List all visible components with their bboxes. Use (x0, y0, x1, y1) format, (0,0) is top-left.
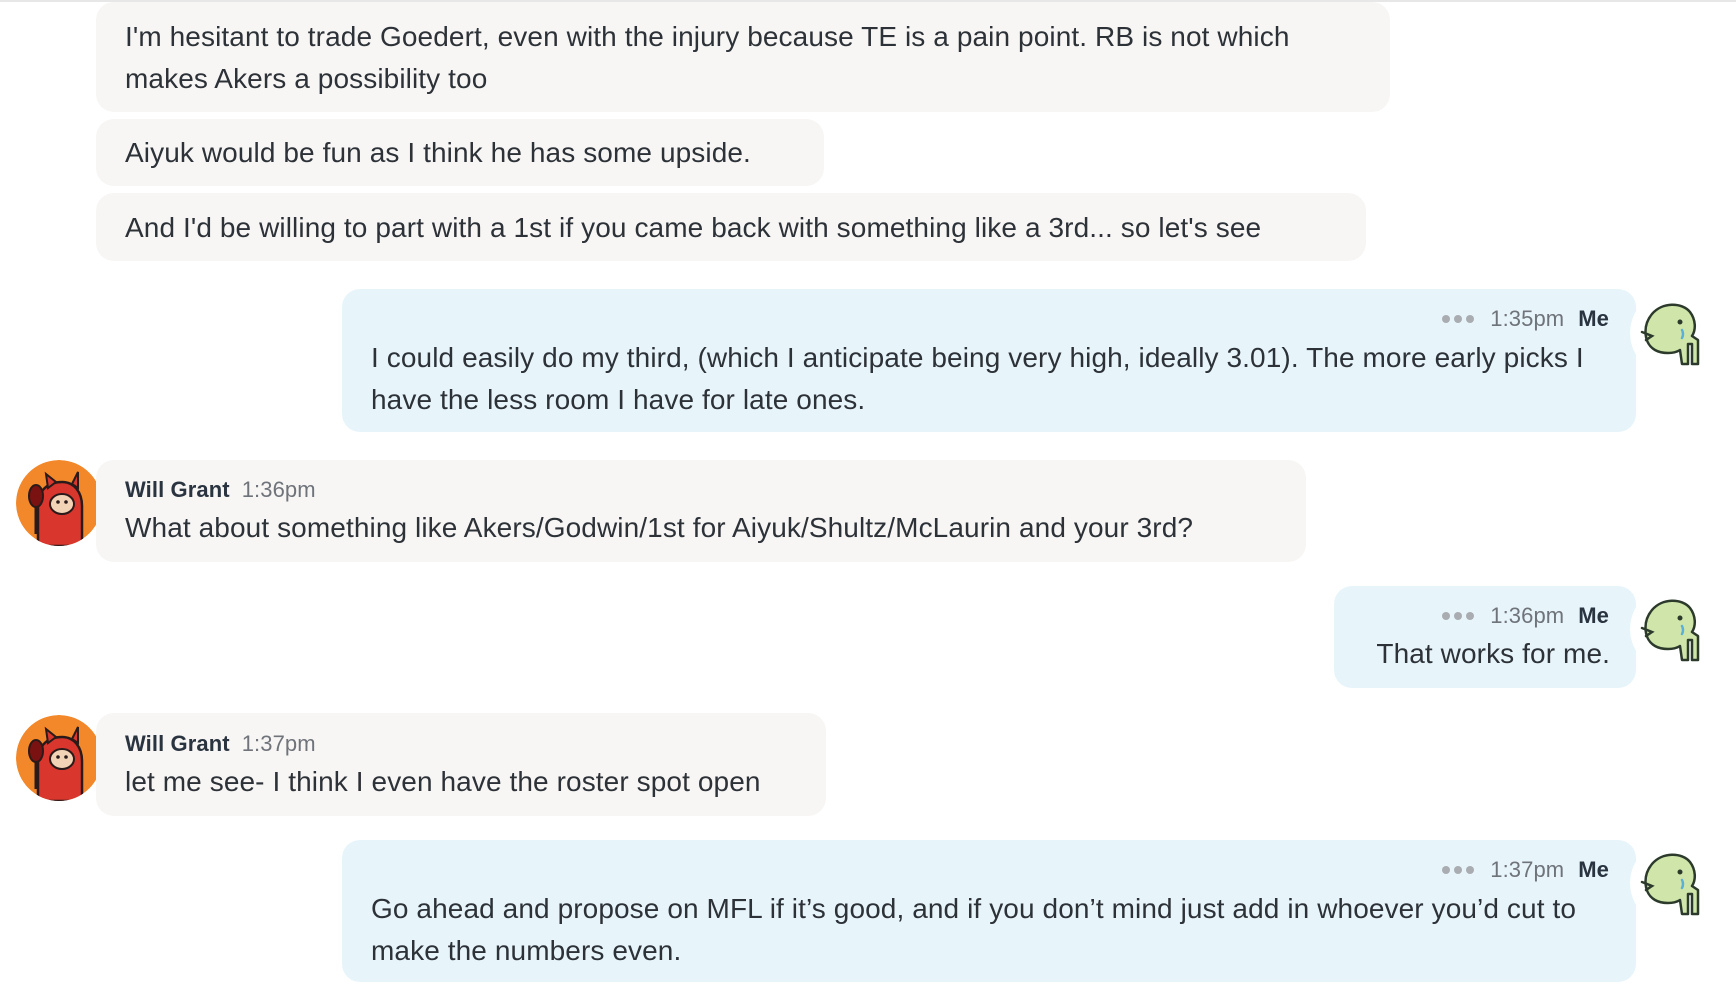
message-author: Me (1578, 857, 1609, 882)
chat-thread: I'm hesitant to trade Goedert, even with… (0, 0, 1736, 994)
green-elephant-icon[interactable] (1630, 290, 1716, 376)
message-bubble[interactable]: Aiyuk would be fun as I think he has som… (96, 119, 824, 186)
message-time: 1:37pm (241, 731, 316, 756)
message-bubble[interactable]: 1:37pm Me Go ahead and propose on MFL if … (342, 840, 1636, 982)
ellipsis-icon[interactable] (1442, 315, 1475, 324)
green-elephant-icon[interactable] (1630, 586, 1716, 672)
message-author: Me (1578, 603, 1609, 628)
red-devil-cat-icon[interactable] (16, 715, 102, 801)
message-meta: 1:36pm Me (1442, 603, 1609, 629)
message-bubble[interactable]: 1:35pm Me I could easily do my third, (wh… (342, 289, 1636, 432)
message-bubble[interactable]: Will Grant 1:36pm What about something li… (96, 460, 1306, 562)
message-time: 1:36pm (1490, 603, 1565, 628)
message-time: 1:37pm (1490, 857, 1565, 882)
message-bubble[interactable]: I'm hesitant to trade Goedert, even with… (96, 2, 1390, 112)
message-meta: 1:35pm Me (1442, 306, 1609, 332)
message-author: Will Grant (125, 731, 230, 756)
message-text: let me see- I think I even have the rost… (125, 766, 761, 797)
message-time: 1:36pm (241, 477, 316, 502)
message-text: And I'd be willing to part with a 1st if… (125, 212, 1262, 243)
red-devil-cat-icon[interactable] (16, 460, 102, 546)
ellipsis-icon[interactable] (1442, 612, 1475, 621)
message-bubble[interactable]: Will Grant 1:37pm let me see- I think I e… (96, 713, 826, 816)
message-meta: Will Grant 1:36pm (125, 477, 316, 503)
message-bubble[interactable]: And I'd be willing to part with a 1st if… (96, 193, 1366, 261)
message-meta: Will Grant 1:37pm (125, 731, 316, 757)
message-author: Me (1578, 306, 1609, 331)
message-text: I could easily do my third, (which I ant… (371, 342, 1584, 415)
message-author: Will Grant (125, 477, 230, 502)
message-text: I'm hesitant to trade Goedert, even with… (125, 21, 1290, 94)
message-text: What about something like Akers/Godwin/1… (125, 512, 1194, 543)
message-text: That works for me. (1376, 638, 1610, 669)
message-text: Go ahead and propose on MFL if it’s good… (371, 893, 1577, 966)
message-meta: 1:37pm Me (1442, 857, 1609, 883)
message-time: 1:35pm (1490, 306, 1565, 331)
message-bubble[interactable]: 1:36pm Me That works for me. (1334, 586, 1636, 688)
green-elephant-icon[interactable] (1630, 840, 1716, 926)
message-text: Aiyuk would be fun as I think he has som… (125, 137, 751, 168)
ellipsis-icon[interactable] (1442, 866, 1475, 875)
